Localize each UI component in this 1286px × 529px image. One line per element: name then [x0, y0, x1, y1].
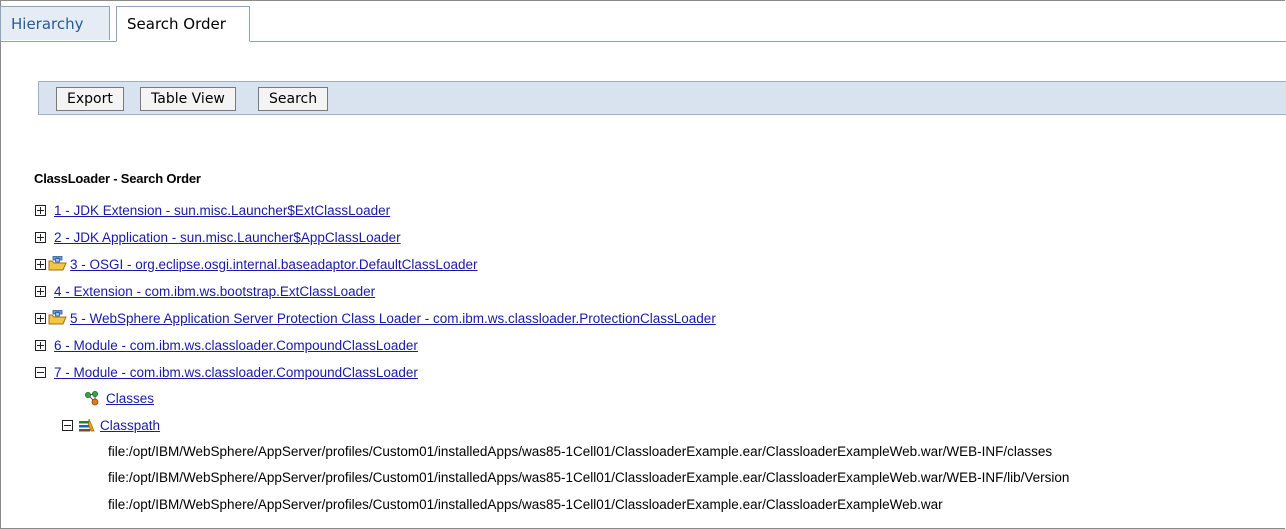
expand-icon[interactable]	[35, 312, 46, 324]
classes-link[interactable]: Classes	[106, 391, 154, 406]
bundle-folder-icon	[48, 256, 67, 271]
tree-item-7: 7 - Module - com.ibm.ws.classloader.Comp…	[35, 362, 418, 382]
tree-item-link[interactable]: 4 - Extension - com.ibm.ws.bootstrap.Ext…	[54, 284, 375, 299]
tree-item-5: 5 - WebSphere Application Server Protect…	[35, 308, 716, 328]
classpath-link[interactable]: Classpath	[100, 418, 160, 433]
tree-item-classes: Classes	[84, 388, 154, 408]
export-button[interactable]: Export	[56, 87, 124, 111]
expand-icon[interactable]	[35, 204, 46, 216]
bundle-folder-icon	[48, 310, 67, 325]
tab-bar: Hierarchy Search Order	[0, 0, 1286, 42]
tree-item-link[interactable]: 6 - Module - com.ibm.ws.classloader.Comp…	[54, 338, 418, 353]
tab-search-order[interactable]: Search Order	[116, 6, 250, 42]
tree-item-classpath: Classpath	[62, 415, 160, 435]
tree-item-link[interactable]: 7 - Module - com.ibm.ws.classloader.Comp…	[54, 365, 418, 380]
tab-hierarchy[interactable]: Hierarchy	[0, 6, 110, 40]
toolbar: Export Table View Search	[38, 81, 1286, 115]
tree-item-4: 4 - Extension - com.ibm.ws.bootstrap.Ext…	[35, 281, 375, 301]
expand-icon[interactable]	[35, 231, 46, 243]
classpath-icon	[79, 418, 95, 432]
page-title: ClassLoader - Search Order	[34, 171, 201, 186]
tree-item-link[interactable]: 1 - JDK Extension - sun.misc.Launcher$Ex…	[54, 203, 390, 218]
expand-icon[interactable]	[35, 285, 46, 297]
classpath-entry: file:/opt/IBM/WebSphere/AppServer/profil…	[108, 444, 1053, 459]
expand-icon[interactable]	[35, 258, 46, 270]
expand-icon[interactable]	[35, 339, 46, 351]
tree-item-link[interactable]: 3 - OSGI - org.eclipse.osgi.internal.bas…	[70, 257, 477, 272]
table-view-button[interactable]: Table View	[140, 87, 236, 111]
tree-item-link[interactable]: 2 - JDK Application - sun.misc.Launcher$…	[54, 230, 401, 245]
collapse-icon[interactable]	[35, 366, 46, 378]
tree-item-3: 3 - OSGI - org.eclipse.osgi.internal.bas…	[35, 254, 477, 274]
classes-icon	[85, 391, 99, 406]
classpath-entry: file:/opt/IBM/WebSphere/AppServer/profil…	[108, 497, 943, 512]
collapse-icon[interactable]	[62, 419, 73, 431]
tree-item-2: 2 - JDK Application - sun.misc.Launcher$…	[35, 227, 401, 247]
tree-item-6: 6 - Module - com.ibm.ws.classloader.Comp…	[35, 335, 418, 355]
tree-item-1: 1 - JDK Extension - sun.misc.Launcher$Ex…	[35, 200, 390, 220]
search-button[interactable]: Search	[258, 87, 329, 111]
tree-item-link[interactable]: 5 - WebSphere Application Server Protect…	[70, 311, 716, 326]
classpath-entry: file:/opt/IBM/WebSphere/AppServer/profil…	[108, 470, 1070, 485]
